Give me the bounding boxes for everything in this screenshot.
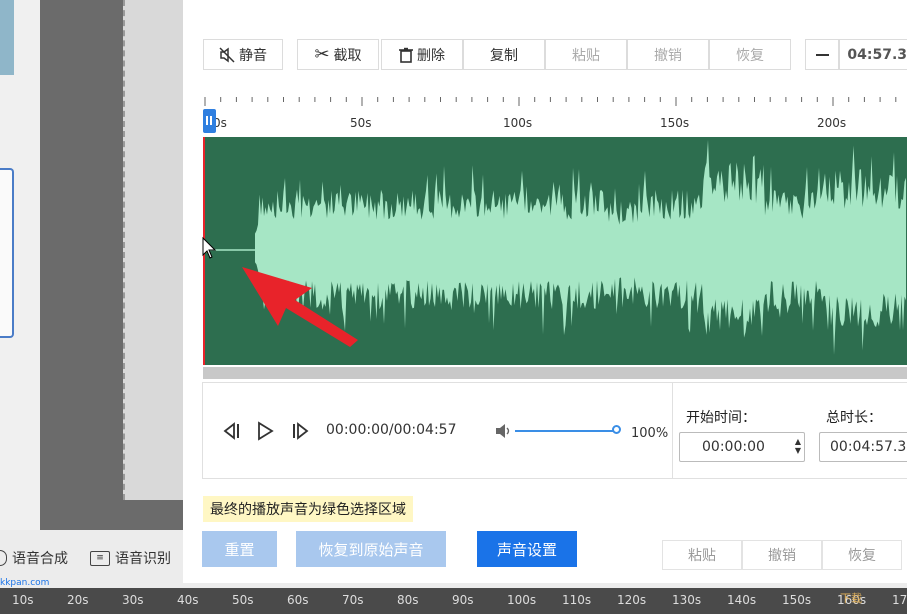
minus-icon	[815, 53, 829, 56]
secondary-paste-label: 粘贴	[688, 548, 716, 564]
start-time-value: 00:00:00	[702, 439, 765, 455]
paste-label: 粘贴	[572, 47, 600, 64]
timeline-tick-label: 110s	[562, 593, 592, 607]
speech-recognition-label: 语音识别	[115, 551, 171, 567]
timeline-tick-label: 150s	[782, 593, 812, 607]
restore-original-label: 恢复到原始声音	[318, 540, 424, 559]
reset-button[interactable]: 重置	[202, 531, 277, 567]
timeline-tick-label: 10s	[12, 593, 34, 607]
ruler-label-100: 100s	[503, 116, 533, 130]
delete-button[interactable]: 删除	[381, 39, 463, 70]
timeline-tick-label: 170s	[892, 593, 907, 607]
zoom-value: 04:57.3	[847, 46, 907, 63]
delete-label: 删除	[417, 47, 445, 64]
text-to-speech-button[interactable]: 语音合成	[0, 548, 68, 568]
redo-button[interactable]: 恢复	[709, 39, 791, 70]
mute-label: 静音	[239, 47, 267, 64]
scissors-icon: ✂	[314, 43, 330, 65]
playhead-handle[interactable]	[203, 109, 216, 133]
sound-settings-button[interactable]: 声音设置	[477, 531, 577, 567]
waveform-scrollbar[interactable]	[203, 367, 907, 379]
mute-button[interactable]: 静音	[203, 39, 283, 70]
background-canvas	[123, 0, 185, 500]
volume-slider-fill	[515, 430, 617, 432]
annotation-arrow-icon	[202, 236, 358, 347]
timeline-tick-label: 50s	[232, 593, 254, 607]
secondary-redo-label: 恢复	[848, 548, 876, 564]
zoom-value-field[interactable]: 04:57.3	[839, 39, 907, 70]
playback-controls: 00:00:00/00:04:57 100%	[202, 382, 672, 479]
speech-recognition-icon: ≡	[90, 550, 110, 566]
total-duration-label: 总时长：	[826, 410, 882, 426]
ruler-label-50: 50s	[350, 116, 372, 130]
speech-recognition-button[interactable]: ≡ 语音识别	[90, 548, 171, 568]
text-to-speech-icon	[0, 550, 7, 566]
volume-slider[interactable]	[515, 425, 621, 434]
total-duration-input[interactable]: 00:04:57.31	[819, 432, 907, 462]
background-thumbnail[interactable]	[0, 0, 14, 75]
sound-settings-label: 声音设置	[496, 540, 557, 559]
volume-icon[interactable]	[495, 423, 513, 439]
ruler-label-150: 150s	[660, 116, 690, 130]
volume-slider-thumb[interactable]	[612, 425, 621, 434]
ruler-label-200: 200s	[817, 116, 847, 130]
undo-label: 撤销	[654, 47, 682, 64]
text-to-speech-label: 语音合成	[12, 551, 68, 567]
total-duration-value: 00:04:57.31	[830, 439, 907, 455]
timeline-tick-label: 120s	[617, 593, 647, 607]
timeline-tick-label: 70s	[342, 593, 364, 607]
selection-hint: 最终的播放声音为绿色选择区域	[203, 496, 413, 522]
timing-panel: 开始时间： 00:00:00 ▲ ▼ 总时长： 00:04:57.31	[672, 382, 907, 479]
volume-percent: 100%	[631, 426, 669, 441]
undo-button[interactable]: 撤销	[627, 39, 709, 70]
timeline-tick-label: 80s	[397, 593, 419, 607]
start-time-input[interactable]: 00:00:00 ▲ ▼	[679, 432, 805, 462]
mute-icon	[219, 46, 235, 63]
timeline-tick-label: 100s	[507, 593, 537, 607]
timeline-tick-label: 40s	[177, 593, 199, 607]
timeline-tick-label: 60s	[287, 593, 309, 607]
previous-frame-icon[interactable]	[221, 422, 241, 440]
background-timeline-ruler[interactable]: 10s 20s 30s 40s 50s 60s 70s 80s 90s 100s 110s 120s 1…	[0, 588, 907, 614]
timeline-tick-label: 90s	[452, 593, 474, 607]
redo-label: 恢复	[736, 47, 764, 64]
secondary-redo-button[interactable]: 恢复	[822, 540, 902, 570]
cut-label: 截取	[333, 47, 362, 64]
copy-button[interactable]: 复制	[463, 39, 545, 70]
timeline-tick-label: 30s	[122, 593, 144, 607]
timeline-tick-label: 20s	[67, 593, 89, 607]
watermark-left: kkpan.com	[0, 578, 50, 588]
time-ruler-ticks	[204, 97, 897, 106]
zoom-out-button[interactable]	[805, 39, 839, 70]
start-time-stepper-icon[interactable]: ▲ ▼	[795, 437, 801, 455]
start-time-label: 开始时间：	[686, 410, 756, 426]
cut-button[interactable]: ✂ 截取	[297, 39, 379, 70]
secondary-paste-button[interactable]: 粘贴	[662, 540, 742, 570]
copy-label: 复制	[490, 47, 518, 64]
paste-button[interactable]: 粘贴	[545, 39, 627, 70]
restore-original-button[interactable]: 恢复到原始声音	[296, 531, 446, 567]
time-ruler[interactable]: 0s 50s 100s 150s 200s	[203, 97, 907, 135]
trash-icon	[399, 47, 413, 63]
playback-time: 00:00:00/00:04:57	[326, 422, 457, 438]
play-icon[interactable]	[256, 421, 274, 441]
next-frame-icon[interactable]	[291, 422, 311, 440]
timeline-tick-label: 130s	[672, 593, 702, 607]
secondary-undo-label: 撤销	[768, 548, 796, 564]
timeline-tick-label: 140s	[727, 593, 757, 607]
secondary-undo-button[interactable]: 撤销	[742, 540, 822, 570]
reset-label: 重置	[224, 540, 255, 559]
background-selected-clip[interactable]	[0, 168, 14, 338]
watermark-right: 下载	[840, 592, 862, 605]
